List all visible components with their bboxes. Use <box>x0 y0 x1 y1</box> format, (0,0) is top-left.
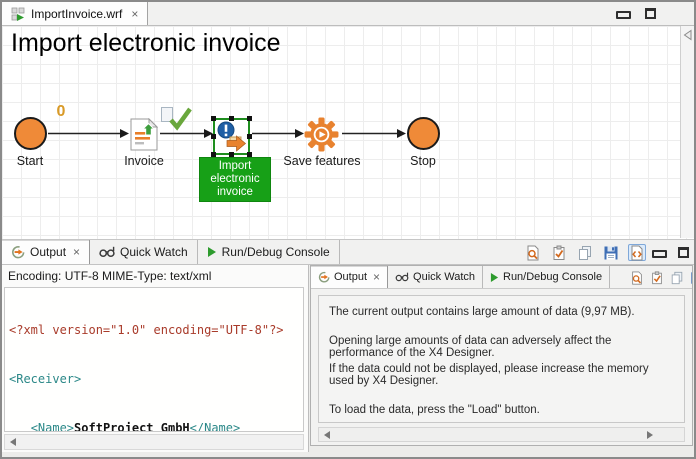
tab-quick-watch[interactable]: Quick Watch <box>90 240 198 264</box>
tab-output[interactable]: Output × <box>2 240 90 264</box>
import-node-label: Import electronic invoice <box>199 157 271 202</box>
save-output-icon[interactable] <box>690 269 692 286</box>
stop-node[interactable] <box>407 117 440 150</box>
close-output-tab-icon[interactable]: × <box>373 270 380 284</box>
secondary-output-tab-bar: Output × Quick Watch <box>311 266 692 289</box>
selection-handle[interactable] <box>247 134 252 139</box>
tab-quick-watch-label: Quick Watch <box>413 271 475 283</box>
collapsed-palette-strip[interactable] <box>680 26 694 238</box>
message-size: The current output contains large amount… <box>329 306 674 318</box>
tab-run-debug-label: Run/Debug Console <box>222 245 330 259</box>
tab-output-label: Output <box>30 245 66 259</box>
large-output-message: The current output contains large amount… <box>318 295 685 423</box>
tab-run-debug-console[interactable]: Run/Debug Console <box>198 240 340 264</box>
encoding-mime-info: Encoding: UTF-8 MIME-Type: text/xml <box>2 265 308 285</box>
minimize-panel-icon[interactable] <box>652 250 667 258</box>
invoice-node[interactable] <box>130 118 158 151</box>
selection-handle[interactable] <box>229 116 234 121</box>
secondary-output-toolbar <box>630 269 692 286</box>
tab-quick-watch-secondary[interactable]: Quick Watch <box>388 266 483 288</box>
xml-line: <?xml version="1.0" encoding="UTF-8"?> <box>9 322 299 338</box>
message-memory: If the data could not be displayed, plea… <box>329 363 674 387</box>
preview-output-icon[interactable] <box>630 269 644 286</box>
selection-handle[interactable] <box>211 134 216 139</box>
maximize-panel-icon[interactable] <box>678 247 689 258</box>
message-performance: Opening large amounts of data can advers… <box>329 335 674 359</box>
import-service-icon <box>215 120 248 153</box>
save-output-icon[interactable] <box>602 244 620 261</box>
save-features-node[interactable] <box>303 116 340 158</box>
import-electronic-invoice-node[interactable] <box>213 118 250 155</box>
copy-icon[interactable] <box>670 269 684 286</box>
gear-run-icon <box>303 116 340 153</box>
start-node-label: Start <box>0 154 60 168</box>
selection-handle[interactable] <box>211 116 216 121</box>
xml-line: <Name>SoftProject GmbH</Name> <box>9 420 299 432</box>
close-output-tab-icon[interactable]: × <box>73 245 80 259</box>
tab-output-label: Output <box>334 271 367 283</box>
invoice-document-icon <box>130 118 158 151</box>
tab-run-debug-label: Run/Debug Console <box>503 271 602 283</box>
output-icon <box>318 271 330 283</box>
start-node[interactable] <box>14 117 47 150</box>
copy-icon[interactable] <box>576 244 594 261</box>
stop-node-label: Stop <box>393 154 453 168</box>
output-icon <box>11 245 25 259</box>
success-check-icon <box>167 106 193 136</box>
close-tab-icon[interactable]: × <box>131 7 138 21</box>
x4-designer-window: ImportInvoice.wrf × Import electronic in… <box>0 0 696 459</box>
editor-tab-bar: ImportInvoice.wrf × <box>2 2 694 26</box>
bottom-panel: Output × Quick Watch Run/De <box>2 239 694 457</box>
output-tab-bar: Output × Quick Watch Run/De <box>2 240 694 265</box>
minimize-icon[interactable] <box>616 11 631 19</box>
copy-to-clipboard-icon[interactable] <box>550 244 568 261</box>
output-secondary-pane: Output × Quick Watch <box>310 265 693 446</box>
scroll-left-arrow-icon[interactable] <box>324 431 330 439</box>
watch-glasses-icon <box>99 246 115 258</box>
selection-handle[interactable] <box>247 116 252 121</box>
maximize-icon[interactable] <box>645 8 656 19</box>
save-features-node-label: Save features <box>282 154 362 168</box>
output-toolbar <box>524 244 646 261</box>
watch-glasses-icon <box>395 272 409 282</box>
xml-line: <Receiver> <box>9 371 299 387</box>
editor-tab-importinvoice[interactable]: ImportInvoice.wrf × <box>2 2 148 25</box>
xml-output-view[interactable]: <?xml version="1.0" encoding="UTF-8"?> <… <box>4 287 304 432</box>
left-horizontal-scrollbar[interactable] <box>4 434 304 450</box>
output-editor-pane: Encoding: UTF-8 MIME-Type: text/xml <?xm… <box>2 265 309 452</box>
tab-quick-watch-label: Quick Watch <box>120 245 188 259</box>
workflow-file-icon <box>11 7 25 21</box>
workflow-canvas[interactable]: Import electronic invoice 0 Start <box>2 26 694 239</box>
invoice-node-label: Invoice <box>114 154 174 168</box>
editor-tab-label: ImportInvoice.wrf <box>31 7 122 21</box>
tab-output-secondary[interactable]: Output × <box>311 266 388 288</box>
run-debug-icon <box>490 272 499 283</box>
right-horizontal-scrollbar[interactable] <box>318 427 685 442</box>
editor-window-controls <box>616 7 656 19</box>
show-source-icon[interactable] <box>628 244 646 261</box>
edge-count-badge: 0 <box>50 103 72 121</box>
run-debug-icon <box>207 246 217 258</box>
preview-output-icon[interactable] <box>524 244 542 261</box>
process-title: Import electronic invoice <box>11 29 281 58</box>
scroll-left-arrow-icon[interactable] <box>10 438 16 446</box>
bottom-panel-controls <box>652 246 689 258</box>
restore-panel-arrow-icon[interactable] <box>683 29 692 41</box>
scroll-right-arrow-icon[interactable] <box>647 431 653 439</box>
tab-run-debug-console-secondary[interactable]: Run/Debug Console <box>483 266 610 288</box>
message-load-hint: To load the data, press the "Load" butto… <box>329 404 674 416</box>
copy-to-clipboard-icon[interactable] <box>650 269 664 286</box>
